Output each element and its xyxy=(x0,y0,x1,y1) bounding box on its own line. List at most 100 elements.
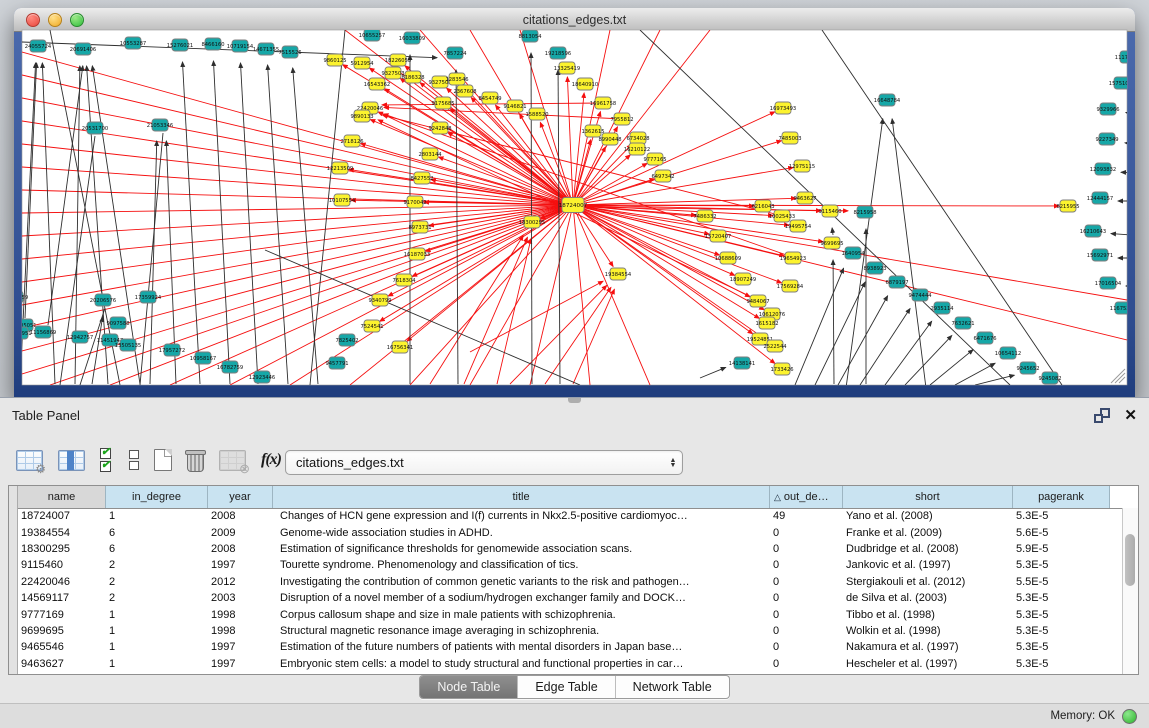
network-node-5912954[interactable] xyxy=(354,57,370,69)
network-node-16973493[interactable] xyxy=(775,102,791,114)
network-node-15720407[interactable] xyxy=(710,230,726,242)
network-node-8813054[interactable] xyxy=(522,30,538,42)
table-mode-icon[interactable] xyxy=(16,450,43,471)
network-node-12444157[interactable] xyxy=(1092,192,1108,204)
network-node-9474444[interactable] xyxy=(912,289,928,301)
network-node-9245082[interactable] xyxy=(1042,372,1058,384)
network-node-15692971[interactable] xyxy=(1092,249,1108,261)
network-node-16033809[interactable] xyxy=(404,32,420,44)
network-node-9860125[interactable] xyxy=(327,54,343,66)
network-node-13325419[interactable] xyxy=(559,62,575,74)
network-node-12975115[interactable] xyxy=(794,160,810,172)
network-node-16543362[interactable] xyxy=(369,78,385,90)
network-node-9457791[interactable] xyxy=(329,357,345,369)
network-node-8215955[interactable] xyxy=(1060,200,1076,212)
network-node-9242848[interactable] xyxy=(432,122,448,134)
network-node-7955812[interactable] xyxy=(614,113,630,125)
network-node-6216043[interactable] xyxy=(755,200,771,212)
network-node-9327508[interactable] xyxy=(432,76,448,88)
network-node-7618304[interactable] xyxy=(396,274,412,286)
network-node-16210643[interactable] xyxy=(1085,225,1101,237)
network-node-10025433[interactable] xyxy=(774,210,790,222)
network-node-10654112[interactable] xyxy=(1000,347,1016,359)
table-row[interactable]: 1938455462009Genome-wide association stu… xyxy=(18,524,1122,540)
network-node-16187033[interactable] xyxy=(409,248,425,260)
network-node-19495754[interactable] xyxy=(790,220,806,232)
network-node-8938923[interactable] xyxy=(867,262,883,274)
network-node-18907249[interactable] xyxy=(735,273,751,285)
network-node-9170042[interactable] xyxy=(407,196,423,208)
network-node-9777165[interactable] xyxy=(647,153,663,165)
network-node-19218596[interactable] xyxy=(550,47,566,59)
network-node-20206576[interactable] xyxy=(95,294,111,306)
network-node-12942757[interactable] xyxy=(72,331,88,343)
table-vertical-scrollbar[interactable] xyxy=(1122,508,1138,674)
network-node-17957272[interactable] xyxy=(164,344,180,356)
network-node-18724007[interactable] xyxy=(562,198,584,213)
network-node-9699695[interactable] xyxy=(824,237,840,249)
show-columns-icon[interactable] xyxy=(58,450,85,471)
network-node-1615182[interactable] xyxy=(759,317,775,329)
table-row[interactable]: 946362711997Embryonic stem cells: a mode… xyxy=(18,656,1122,672)
network-node-1733426[interactable] xyxy=(774,363,790,375)
minimize-button-icon[interactable] xyxy=(48,13,62,27)
tab-edge-table[interactable]: Edge Table xyxy=(518,676,615,698)
network-node-8454749[interactable] xyxy=(482,92,498,104)
splitter-handle[interactable] xyxy=(568,398,581,403)
network-node-2522544[interactable] xyxy=(767,340,783,352)
network-node-10688609[interactable] xyxy=(720,252,736,264)
network-node-16648784[interactable] xyxy=(879,94,895,106)
network-node-9890133[interactable] xyxy=(354,110,370,122)
network-node-18226058[interactable] xyxy=(390,54,406,66)
network-node-16961758[interactable] xyxy=(595,97,611,109)
network-node-2935114[interactable] xyxy=(934,302,950,314)
network-node-17569284[interactable] xyxy=(782,280,798,292)
network-node-10655257[interactable] xyxy=(364,29,380,41)
zoom-button-icon[interactable] xyxy=(70,13,84,27)
network-node-7632621[interactable] xyxy=(955,317,971,329)
network-node-17016504[interactable] xyxy=(1100,277,1116,289)
network-node-9463627[interactable] xyxy=(797,192,813,204)
network-node-7485003[interactable] xyxy=(782,132,798,144)
table-row[interactable]: 2242004622012Investigating the contribut… xyxy=(18,574,1122,590)
network-node-24055724[interactable] xyxy=(30,40,46,52)
network-node-8990448[interactable] xyxy=(602,133,618,145)
network-node-20691406[interactable] xyxy=(75,43,91,55)
column-header-pagerank[interactable]: pagerank xyxy=(1013,486,1110,508)
network-node-11451947[interactable] xyxy=(102,334,118,346)
network-node-14138141[interactable] xyxy=(734,357,750,369)
network-node-20531700[interactable] xyxy=(87,122,103,134)
network-node-19654923[interactable] xyxy=(785,252,801,264)
network-node-8466160[interactable] xyxy=(205,38,221,50)
network-node-9115460[interactable] xyxy=(822,205,838,217)
tab-network-table[interactable]: Network Table xyxy=(616,676,729,698)
network-node-9329966[interactable] xyxy=(1100,103,1116,115)
network-node-18640910[interactable] xyxy=(577,78,593,90)
network-node-7825402[interactable] xyxy=(339,334,355,346)
delete-column-icon[interactable] xyxy=(187,453,204,472)
new-column-icon[interactable] xyxy=(154,449,172,471)
table-row[interactable]: 1830029562008Estimation of significance … xyxy=(18,541,1122,557)
network-node-10719154[interactable] xyxy=(232,40,248,52)
network-node-10107554[interactable] xyxy=(334,194,350,206)
network-node-14671355[interactable] xyxy=(258,43,274,55)
network-node-8427552[interactable] xyxy=(414,172,430,184)
tab-node-table[interactable]: Node Table xyxy=(420,676,518,698)
table-row[interactable]: 1872400712008Changes of HCN gene express… xyxy=(18,508,1122,524)
column-header-name[interactable]: name xyxy=(18,486,106,508)
network-node-18300295[interactable] xyxy=(524,216,540,228)
window-titlebar[interactable]: citations_edges.txt xyxy=(14,8,1135,32)
network-node-2367608[interactable] xyxy=(457,85,473,97)
network-node-9340799[interactable] xyxy=(372,294,388,306)
function-builder-icon[interactable]: f(x) xyxy=(261,451,281,469)
network-node-7515526[interactable] xyxy=(282,46,298,58)
column-header-year[interactable]: year xyxy=(208,486,273,508)
table-row[interactable]: 969969511998Structural magnetic resonanc… xyxy=(18,623,1122,639)
network-node-6471676[interactable] xyxy=(977,332,993,344)
network-node-10553287[interactable] xyxy=(125,37,141,49)
network-node-16210122[interactable] xyxy=(629,143,645,155)
network-node-9245652[interactable] xyxy=(1020,362,1036,374)
table-selector-dropdown[interactable]: citations_edges.txt ▲▼ xyxy=(285,450,683,475)
network-node-12093832[interactable] xyxy=(1095,163,1111,175)
network-node-1588520[interactable] xyxy=(529,108,545,120)
